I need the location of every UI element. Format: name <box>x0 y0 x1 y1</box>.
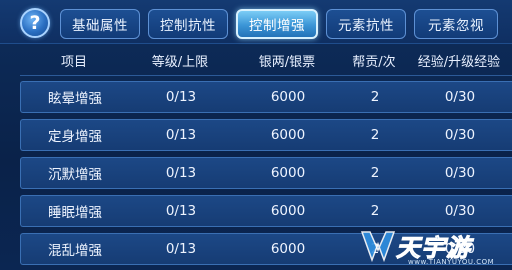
tab-basic-attributes[interactable]: 基础属性 <box>60 9 140 39</box>
cell-item: 定身增强 <box>48 129 102 145</box>
cell-silver: 6000 <box>270 127 306 143</box>
table-row[interactable]: 混乱增强 0/13 6000 2 0/30 <box>20 233 512 265</box>
table-header: 项目 等级/上限 银两/银票 帮贡/次 经验/升级经验 <box>20 47 512 73</box>
header-silver: 银两/银票 <box>258 54 316 70</box>
cell-level: 0/13 <box>165 127 197 143</box>
header-contribution: 帮贡/次 <box>352 54 396 70</box>
cell-experience: 0/30 <box>444 127 476 143</box>
cell-contribution: 2 <box>370 165 380 181</box>
cell-contribution: 2 <box>370 127 380 143</box>
tab-control-enhance[interactable]: 控制增强 <box>236 9 318 39</box>
header-level: 等级/上限 <box>151 54 209 70</box>
cell-item: 眩晕增强 <box>48 91 102 107</box>
tab-bar: ? 基础属性 控制抗性 控制增强 元素抗性 元素忽视 <box>0 0 512 44</box>
cell-experience: 0/30 <box>444 241 476 257</box>
cell-level: 0/13 <box>165 165 197 181</box>
tab-control-resistance[interactable]: 控制抗性 <box>148 9 228 39</box>
cell-silver: 6000 <box>270 241 306 257</box>
tab-element-ignore[interactable]: 元素忽视 <box>414 9 498 39</box>
table-row[interactable]: 眩晕增强 0/13 6000 2 0/30 <box>20 81 512 113</box>
cell-level: 0/13 <box>165 89 197 105</box>
cell-silver: 6000 <box>270 203 306 219</box>
tab-element-resistance[interactable]: 元素抗性 <box>326 9 406 39</box>
table-row[interactable]: 定身增强 0/13 6000 2 0/30 <box>20 119 512 151</box>
cell-item: 混乱增强 <box>48 243 102 259</box>
cell-item: 睡眠增强 <box>48 205 102 221</box>
cell-experience: 0/30 <box>444 89 476 105</box>
help-button[interactable]: ? <box>20 8 50 38</box>
cell-level: 0/13 <box>165 203 197 219</box>
cell-contribution: 2 <box>370 89 380 105</box>
table-row[interactable]: 睡眠增强 0/13 6000 2 0/30 <box>20 195 512 227</box>
cell-level: 0/13 <box>165 241 197 257</box>
table-row[interactable]: 沉默增强 0/13 6000 2 0/30 <box>20 157 512 189</box>
cell-experience: 0/30 <box>444 165 476 181</box>
header-item: 项目 <box>60 54 87 70</box>
cell-item: 沉默增强 <box>48 167 102 183</box>
cell-contribution: 2 <box>370 203 380 219</box>
cell-experience: 0/30 <box>444 203 476 219</box>
cell-contribution: 2 <box>370 241 380 257</box>
cell-silver: 6000 <box>270 165 306 181</box>
header-divider <box>20 75 512 76</box>
header-experience: 经验/升级经验 <box>417 54 501 70</box>
cell-silver: 6000 <box>270 89 306 105</box>
